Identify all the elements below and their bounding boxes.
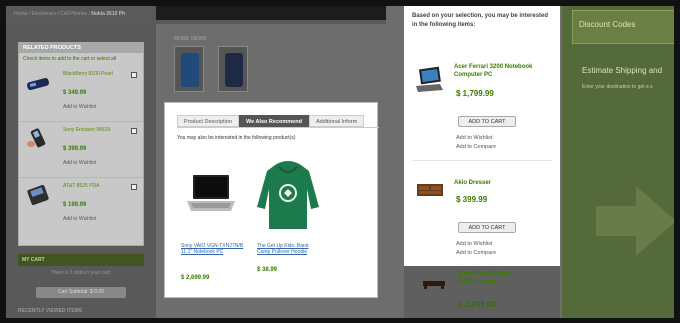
add-to-compare-link[interactable]: Add to Compare [456,144,496,150]
recently-viewed-title: RECENTLY VIEWED ITEMS [18,308,83,314]
recommendation-title: Based on your selection, you may be inte… [412,13,549,28]
recommend-item-name[interactable]: Akio Dresser [454,179,554,187]
discount-codes-box[interactable]: Discount Codes [572,10,674,44]
recommend-product-name[interactable]: Sony VAIO VGN-TXN27N/B 11.1" Notebook PC [181,243,245,255]
estimate-shipping-subtitle: Enter your destination to get a s [582,84,653,90]
product-tabs: Product Description We Also Recommend Ad… [177,115,365,127]
sony-ericsson-phone-image[interactable] [25,128,51,150]
breadcrumb-current: Nokia 2610 Ph [91,11,126,17]
related-item: BlackBerry 8100 Pearl $ 349.99 Add to Wi… [19,66,143,122]
product-thumbnail[interactable] [174,46,204,92]
estimate-shipping-title: Estimate Shipping and [582,66,663,75]
add-to-wishlist-link[interactable]: Add to Wishlist [456,241,492,247]
recommend-product-price: $ 2,699.99 [181,275,210,281]
right-sidebar [562,6,674,318]
related-item-price: $ 399.99 [63,146,87,152]
sony-vaio-laptop-image[interactable] [185,167,237,223]
related-item: AT&T 8525 PDA $ 199.99 Add to Wishlist [19,178,143,234]
discount-codes-title: Discount Codes [579,20,636,29]
related-item-name[interactable]: Sony Ericsson W810i [63,127,119,133]
breadcrumb: Home / Electronics / Cell Phones / Nokia… [14,11,125,17]
recommend-note: You may also be interested in the follow… [177,135,296,141]
add-to-cart-button[interactable]: ADD TO CART [458,116,516,127]
more-views-label: MORE VIEWS [174,36,207,42]
related-item-name[interactable]: BlackBerry 8100 Pearl [63,71,119,77]
tabs-divider [177,127,379,128]
recommend-item-name[interactable]: Acer Ferrari 3200 Notebook Computer PC [454,63,554,79]
recommend-product-price: $ 38.99 [257,267,278,273]
recommend-product-name[interactable]: The Get Up Kids: Band Camp Pullover Hood… [257,243,321,255]
recommendation-panel: Based on your selection, you may be inte… [404,6,560,266]
related-products-title: RELATED PRODUCTS [19,43,143,53]
add-to-wishlist-link[interactable]: Add to Wishlist [63,216,96,222]
add-to-wishlist-link[interactable]: Add to Wishlist [63,160,96,166]
related-products-panel: RELATED PRODUCTS Check items to add to t… [18,42,144,246]
related-note[interactable]: Check items to add to the cart or select… [19,53,143,66]
dresser-image[interactable] [416,182,444,198]
blackberry-phone-image[interactable] [25,72,51,94]
header-bar [156,6,386,20]
related-item-checkbox[interactable] [131,128,137,134]
recommend-item-price: $ 1,799.99 [456,89,494,98]
my-cart-title: MY CART [18,254,144,266]
divider [412,160,552,161]
add-to-compare-link[interactable]: Add to Compare [456,250,496,256]
breadcrumb-path[interactable]: Home / Electronics / Cell Phones / [14,11,90,17]
recommend-item-price: $ 399.99 [456,195,488,204]
att-pda-image[interactable] [25,184,51,206]
add-to-wishlist-link[interactable]: Add to Wishlist [63,104,96,110]
product-thumbnail[interactable] [218,46,248,92]
related-item-price: $ 349.99 [63,90,87,96]
related-item-price: $ 199.99 [63,202,87,208]
my-cart-text: There is 1 item in your cart. [50,270,112,276]
platform-bed-image[interactable] [422,278,446,290]
recommend-item-price: $ 2,299.00 [458,300,496,309]
arrow-right-icon [596,186,674,256]
cart-subtotal: Cart Subtotal: $ 0.00 [36,287,126,298]
tab-we-also-recommend[interactable]: We Also Recommend [239,115,309,127]
screenshot-frame: Home / Electronics / Cell Phones / Nokia… [6,6,674,318]
add-to-wishlist-link[interactable]: Add to Wishlist [456,135,492,141]
hoodie-image[interactable] [253,159,323,231]
add-to-cart-button[interactable]: ADD TO CART [458,222,516,233]
related-item-checkbox[interactable] [131,184,137,190]
recommend-popup: Product Description We Also Recommend Ad… [164,102,379,298]
related-item-checkbox[interactable] [131,72,137,78]
acer-laptop-image[interactable] [414,66,444,94]
related-item-name[interactable]: AT&T 8525 PDA [63,183,119,189]
related-item: Sony Ericsson W810i $ 399.99 Add to Wish… [19,122,143,178]
recommend-item-name[interactable]: Barcelona Bamboo Platform Bed [458,270,538,286]
tab-product-description[interactable]: Product Description [177,115,239,127]
tab-additional-information[interactable]: Additional Inform [308,115,365,127]
